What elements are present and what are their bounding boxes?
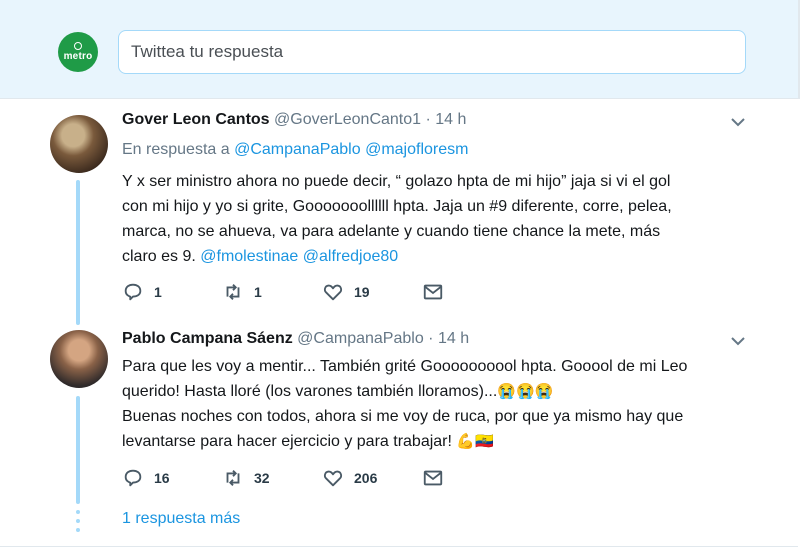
tweet-text-fragment: levantarse para hacer ejercicio y para t… (122, 433, 452, 450)
thread-line (76, 396, 80, 504)
tweet-actions: 1 1 19 (122, 281, 444, 303)
direct-message-button[interactable] (422, 281, 444, 303)
tweet-text-line: Y x ser ministro ahora no puede decir, “… (122, 173, 671, 190)
avatar-logo-text: metro (63, 51, 93, 62)
tweet-text: Y x ser ministro ahora no puede decir, “… (122, 169, 742, 269)
reply-icon (124, 469, 142, 487)
tweet-text-line: Para que les voy a mentir... También gri… (122, 358, 688, 375)
replying-prefix: En respuesta a (122, 141, 230, 158)
chevron-down-icon[interactable] (730, 114, 746, 130)
tweet-time[interactable]: · 14 h (425, 111, 466, 128)
user-avatar[interactable]: metro (58, 32, 98, 72)
tweet-text-line: querido! Hasta lloré (los varones tambié… (122, 379, 742, 404)
tweet-header: Gover Leon Cantos @GoverLeonCanto1 · 14 … (122, 111, 466, 129)
author-handle[interactable]: @GoverLeonCanto1 (274, 111, 421, 128)
thread-dot (76, 510, 80, 514)
tweet-text: Para que les voy a mentir... También gri… (122, 354, 742, 454)
reply-count: 1 (154, 284, 162, 300)
tweet-text-fragment: claro es 9. (122, 248, 196, 265)
mention-link[interactable]: @CampanaPablo (234, 141, 361, 158)
tweet-text-line: claro es 9. @fmolestinae @alfredjoe80 (122, 244, 742, 269)
thread-dot (76, 519, 80, 523)
retweet-count: 1 (254, 284, 262, 300)
mention-link[interactable]: @alfredjoe80 (303, 248, 398, 265)
reply-button[interactable]: 1 (122, 281, 222, 303)
tweet-text-line: marca, no se ahueva, va para adelante y … (122, 223, 661, 240)
author-name[interactable]: Pablo Campana Sáenz (122, 330, 293, 347)
tweet-actions: 16 32 206 (122, 467, 444, 489)
dm-icon (423, 470, 443, 486)
tweet-text-line: levantarse para hacer ejercicio y para t… (122, 429, 742, 454)
crying-emoji-icon: 😭😭😭 (497, 383, 554, 400)
reply-input[interactable]: Twittea tu respuesta (118, 30, 746, 74)
dm-icon (423, 284, 443, 300)
tweet-header: Pablo Campana Sáenz @CampanaPablo · 14 h (122, 330, 469, 348)
chevron-down-icon[interactable] (730, 333, 746, 349)
replying-to: En respuesta a @CampanaPablo @majoflores… (122, 141, 468, 159)
tweet-text-line: con mi hijo y yo si grite, Gooooooolllll… (122, 198, 672, 215)
like-count: 19 (354, 284, 370, 300)
retweet-icon (226, 470, 240, 486)
logo-mark-icon (74, 42, 82, 50)
reply-count: 16 (154, 470, 170, 486)
author-name[interactable]: Gover Leon Cantos (122, 111, 270, 128)
thread-dot (76, 528, 80, 532)
reply-button[interactable]: 16 (122, 467, 222, 489)
reply-icon (124, 283, 142, 301)
avatar-pablo[interactable] (50, 330, 108, 388)
tweet-time[interactable]: · 14 h (428, 330, 469, 347)
flexed-biceps-ecuador-flag-icon: 💪🇪🇨 (456, 433, 494, 450)
mention-link[interactable]: @fmolestinae (200, 248, 298, 265)
avatar-gover[interactable] (50, 115, 108, 173)
tweet-text-fragment: querido! Hasta lloré (los varones tambié… (122, 383, 498, 400)
like-count: 206 (354, 470, 378, 486)
retweet-icon (226, 284, 240, 300)
like-icon (323, 284, 343, 301)
reply-composer: metro Twittea tu respuesta (0, 0, 800, 99)
retweet-button[interactable]: 32 (222, 467, 322, 489)
tweet-text-line: Buenas noches con todos, ahora si me voy… (122, 408, 684, 425)
like-icon (323, 470, 343, 487)
author-handle[interactable]: @CampanaPablo (297, 330, 424, 347)
like-button[interactable]: 19 (322, 281, 422, 303)
divider (0, 546, 798, 547)
retweet-button[interactable]: 1 (222, 281, 322, 303)
mention-link[interactable]: @majofloresm (365, 141, 468, 158)
more-replies-link[interactable]: 1 respuesta más (122, 510, 240, 528)
thread-line (76, 180, 80, 325)
retweet-count: 32 (254, 470, 270, 486)
like-button[interactable]: 206 (322, 467, 422, 489)
thread-dots (76, 510, 80, 532)
direct-message-button[interactable] (422, 467, 444, 489)
